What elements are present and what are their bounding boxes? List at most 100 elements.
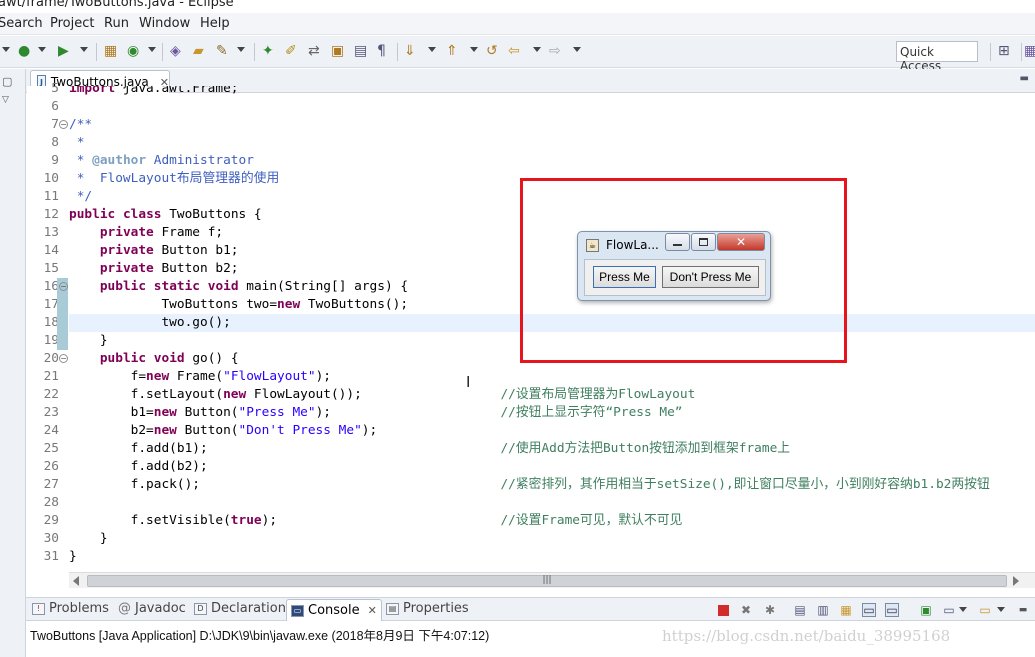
back-dropdown-icon[interactable] (533, 47, 541, 52)
new-dropdown-icon[interactable] (148, 47, 156, 52)
pin-console-icon[interactable]: ▣ (919, 603, 933, 617)
toggle-icon[interactable]: ⇄ (308, 42, 320, 60)
dropdown-arrow-icon[interactable] (2, 47, 10, 52)
line-number: 15 (43, 261, 59, 276)
scroll-lock-icon[interactable]: ▥ (816, 603, 830, 617)
prev-annotation-dropdown-icon[interactable] (470, 47, 478, 52)
horizontal-scrollbar[interactable]: ||| (69, 572, 1035, 588)
line-number: 28 (43, 495, 59, 510)
open-type-icon[interactable]: ◈ (170, 42, 181, 60)
restore-icon[interactable]: ▢ (2, 75, 12, 88)
tab-javadoc[interactable]: @ Javadoc (118, 601, 186, 616)
fold-toggle-icon[interactable]: − (59, 354, 68, 363)
minimize-button[interactable] (665, 233, 690, 251)
tab-properties[interactable]: ▤ Properties (386, 601, 469, 616)
search-icon[interactable]: ✎ (216, 42, 228, 60)
forward-icon[interactable]: ⇨ (549, 42, 561, 60)
search-dropdown-icon[interactable] (237, 47, 245, 52)
java-perspective-icon[interactable]: ▦ (1024, 42, 1035, 60)
back-icon[interactable]: ⇦ (508, 42, 520, 60)
open-console-dropdown-icon[interactable] (997, 607, 1005, 612)
run-dropdown-icon[interactable] (80, 47, 88, 52)
press-me-button[interactable]: Press Me (593, 266, 656, 288)
forward-dropdown-icon[interactable] (573, 47, 581, 52)
scroll-left-icon[interactable] (73, 576, 79, 586)
toolbar-separator (254, 43, 255, 61)
annotation-icon[interactable]: ✦ (262, 42, 274, 60)
word-wrap-icon[interactable]: ▦ (839, 603, 853, 617)
new-class-icon[interactable]: ◉ (127, 42, 139, 60)
show-console-on-stderr-icon[interactable]: ▭ (885, 603, 899, 617)
code-line[interactable]: f=new Frame("FlowLayout"); (69, 368, 1035, 386)
tab-label: Console (308, 603, 360, 618)
next-annotation-icon[interactable]: ⇓ (404, 42, 416, 60)
tab-problems[interactable]: ! Problems (32, 601, 109, 616)
maximize-button[interactable] (691, 233, 716, 251)
maximize-icon (699, 238, 708, 246)
display-console-icon[interactable]: ▭ (942, 603, 956, 617)
view-menu-icon[interactable]: ▽ (2, 95, 9, 105)
terminate-icon[interactable] (717, 604, 729, 616)
minimize-icon[interactable]: ▬ (1016, 603, 1030, 617)
open-perspective-icon[interactable]: ⊞ (998, 42, 1010, 60)
menu-help[interactable]: Help (200, 16, 230, 31)
highlight-icon[interactable]: ✐ (285, 42, 297, 60)
code-line[interactable]: } (69, 530, 1035, 548)
clear-console-icon[interactable]: ▤ (793, 603, 807, 617)
debug-dropdown-icon[interactable] (38, 47, 46, 52)
code-line[interactable]: f.add(b2); (69, 458, 1035, 476)
fold-toggle-icon[interactable]: − (59, 282, 68, 291)
line-number: 11 (43, 189, 59, 204)
new-package-icon[interactable]: ▦ (104, 42, 117, 60)
quick-diff-marker (57, 296, 68, 314)
code-line[interactable]: f.pack(); //紧密排列，其作用相当于setSize(),即让窗口尽量小… (69, 476, 1035, 494)
dont-press-me-button[interactable]: Don't Press Me (662, 266, 759, 288)
code-line[interactable]: } (69, 548, 1035, 566)
menu-bar: Search Project Run Window Help (0, 13, 1035, 35)
scrollbar-thumb[interactable]: ||| (87, 575, 1007, 587)
minimize-icon[interactable]: ▬ (1020, 73, 1029, 84)
line-number: 22 (43, 387, 59, 402)
remove-launch-icon[interactable]: ✖ (739, 603, 753, 617)
code-line[interactable]: f.setLayout(new FlowLayout()); //设置布局管理器… (69, 386, 1035, 404)
code-line[interactable]: * @author Administrator (69, 152, 1035, 170)
debug-icon[interactable]: ● (18, 42, 30, 60)
code-line[interactable]: b1=new Button("Press Me"); //按钮上显示字符“Pre… (69, 404, 1035, 422)
run-icon[interactable]: ▶ (58, 42, 69, 60)
code-line[interactable]: f.setVisible(true); //设置Frame可见，默认不可见 (69, 512, 1035, 530)
open-folder-icon[interactable]: ▰ (193, 42, 204, 60)
awt-frame-window[interactable]: ☕ FlowLa... ✕ Press Me Don't Press Me (577, 231, 771, 301)
tab-declaration[interactable]: D Declaration (194, 601, 286, 616)
next-annotation-dropdown-icon[interactable] (428, 47, 436, 52)
scroll-right-icon[interactable] (1013, 576, 1019, 586)
menu-project[interactable]: Project (50, 16, 94, 31)
line-number: 16 (43, 279, 59, 294)
code-line[interactable] (69, 494, 1035, 512)
menu-search[interactable]: Search (0, 16, 43, 31)
last-edit-icon[interactable]: ↺ (486, 42, 498, 60)
code-line[interactable]: import java.awt.Frame; (69, 86, 1035, 98)
line-number: 29 (43, 513, 59, 528)
fold-toggle-icon[interactable]: − (59, 120, 68, 129)
pilcrow-icon[interactable]: ¶ (377, 42, 386, 60)
menu-run[interactable]: Run (104, 16, 129, 31)
block-select-icon[interactable]: ▣ (331, 42, 344, 60)
code-line[interactable] (69, 98, 1035, 116)
close-icon[interactable]: ✕ (368, 604, 377, 617)
code-line[interactable]: /** (69, 116, 1035, 134)
code-line[interactable]: * (69, 134, 1035, 152)
code-line[interactable]: f.add(b1); //使用Add方法把Button按钮添加到框架frame上 (69, 440, 1035, 458)
remove-all-icon[interactable]: ✱ (763, 603, 777, 617)
tab-console[interactable]: ▭ Console ✕ (286, 599, 382, 621)
prev-annotation-icon[interactable]: ⇑ (446, 42, 458, 60)
quick-access-field[interactable]: Quick Access (896, 41, 978, 73)
tab-label: Javadoc (135, 601, 186, 616)
display-console-dropdown-icon[interactable] (959, 607, 967, 612)
show-console-on-stdout-icon[interactable]: ▭ (862, 603, 876, 617)
menu-window[interactable]: Window (139, 16, 190, 31)
code-line[interactable]: b2=new Button("Don't Press Me"); (69, 422, 1035, 440)
open-console-icon[interactable]: ▭ (978, 603, 992, 617)
close-button[interactable]: ✕ (717, 233, 765, 251)
show-whitespace-icon[interactable]: ▤ (354, 42, 367, 60)
watermark: https://blog.csdn.net/baidu_38995168 (662, 627, 951, 645)
